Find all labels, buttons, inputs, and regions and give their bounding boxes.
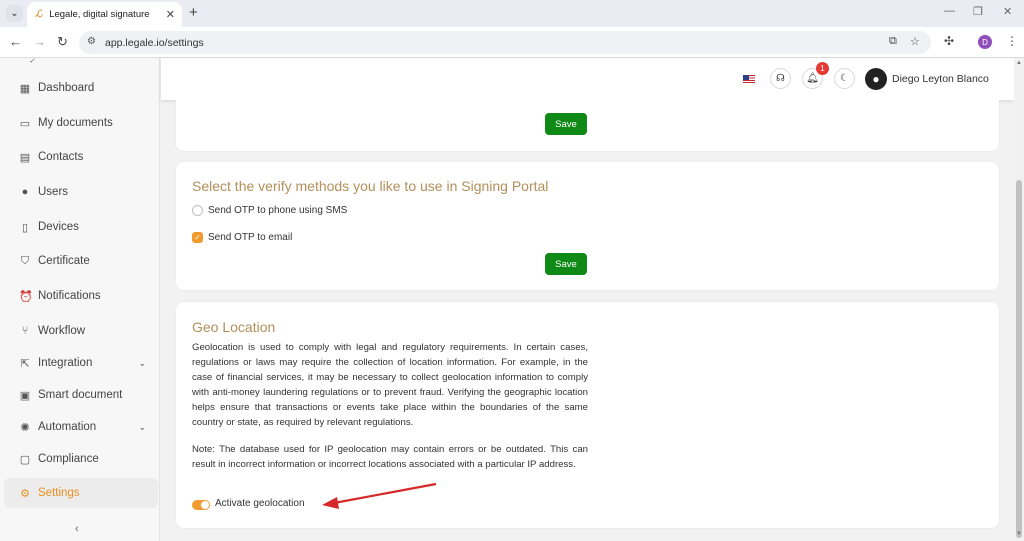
settings-content: Save Select the verify methods you like …	[161, 100, 1014, 541]
sidebar-item-my-documents[interactable]: ▭ My documents	[4, 108, 158, 138]
sms-checkbox[interactable]	[192, 205, 203, 216]
sidebar: ✓ ▦ Dashboard ▭ My documents ▤ Contacts …	[0, 58, 160, 541]
chevron-down-icon[interactable]: ⌄	[138, 422, 146, 433]
url-text: app.legale.io/settings	[105, 37, 204, 49]
sidebar-item-automation[interactable]: ✺ Automation ⌄	[4, 412, 158, 442]
user-icon: ●	[21, 186, 29, 198]
sidebar-item-label: Users	[38, 186, 69, 198]
sidebar-item-notifications[interactable]: ⏰ Notifications	[4, 281, 158, 311]
scroll-up-icon[interactable]: ▲	[1016, 60, 1022, 66]
geolocation-toggle[interactable]	[192, 500, 210, 510]
alarm-icon: ⏰	[19, 290, 33, 303]
tab-search-icon[interactable]: ⌄	[6, 5, 23, 22]
card-title: Geo Location	[192, 319, 276, 335]
email-checkbox[interactable]: ✓	[192, 232, 203, 243]
minimize-icon[interactable]: —	[944, 5, 955, 17]
option-label: Send OTP to email	[208, 232, 293, 243]
shield-icon: ⛉	[20, 254, 30, 267]
option-label: Send OTP to phone using SMS	[208, 205, 348, 216]
sidebar-item-label: Settings	[38, 487, 80, 499]
new-tab-icon[interactable]: +	[189, 4, 198, 21]
sidebar-item-label: Workflow	[38, 325, 86, 337]
smart-document-icon: ▣	[19, 389, 31, 402]
scroll-thumb[interactable]	[1016, 180, 1022, 538]
user-name[interactable]: Diego Leyton Blanco	[892, 73, 989, 85]
browser-tab[interactable]: ℒ Legale, digital signature ✕	[27, 2, 182, 27]
chevron-down-icon[interactable]: ⌄	[138, 358, 146, 369]
star-icon[interactable]: ☆	[910, 35, 920, 48]
sidebar-item-label: Automation	[38, 421, 97, 433]
window-close-icon[interactable]: ✕	[1003, 5, 1012, 18]
collapse-sidebar-icon[interactable]: ‹	[75, 523, 79, 535]
us-flag-icon[interactable]	[743, 75, 755, 83]
reload-icon[interactable]: ↻	[57, 34, 68, 50]
tab-title: Legale, digital signature	[49, 9, 150, 20]
integration-icon: ⇱	[20, 357, 30, 370]
profile-avatar[interactable]: D	[978, 35, 992, 49]
theme-toggle-icon[interactable]: ☾	[834, 68, 855, 89]
folder-icon: ▭	[19, 117, 31, 130]
sidebar-item-label: Devices	[38, 221, 79, 233]
device-icon: ▯	[21, 221, 29, 234]
sidebar-item-label: Integration	[38, 357, 93, 369]
sidebar-item-label: Dashboard	[38, 82, 95, 94]
settings-card-top: Save	[176, 100, 999, 151]
url-field[interactable]: ⚙ app.legale.io/settings ⧉ ☆	[79, 31, 931, 54]
sidebar-item-certificate[interactable]: ⛉ Certificate	[4, 246, 158, 276]
automation-icon: ✺	[20, 421, 30, 434]
forward-icon[interactable]: →	[33, 34, 46, 49]
geo-note: Note: The database used for IP geolocati…	[192, 444, 588, 471]
verify-methods-card: Select the verify methods you like to us…	[176, 162, 999, 290]
page-scrollbar[interactable]: ▲ ▼	[1014, 58, 1024, 541]
sidebar-item-smart-document[interactable]: ▣ Smart document	[4, 380, 158, 410]
install-icon[interactable]: ⧉	[889, 35, 897, 48]
sidebar-item-label: Compliance	[38, 453, 99, 465]
save-button[interactable]: Save	[545, 253, 587, 275]
extensions-icon[interactable]: ✣	[944, 34, 954, 48]
option-sms[interactable]: Send OTP to phone using SMS	[192, 205, 347, 216]
option-email[interactable]: ✓ Send OTP to email	[192, 232, 292, 243]
notification-badge: 1	[816, 62, 829, 75]
sidebar-item-devices[interactable]: ▯ Devices	[4, 212, 158, 242]
sidebar-item-contacts[interactable]: ▤ Contacts	[4, 142, 158, 172]
top-header: ☊ 🔔︎ 1 ☾ ● Diego Leyton Blanco	[161, 58, 1014, 100]
gear-icon: ⚙	[20, 487, 30, 500]
sidebar-item-settings[interactable]: ⚙ Settings	[4, 478, 158, 508]
sidebar-item-integration[interactable]: ⇱ Integration ⌄	[4, 348, 158, 378]
dashboard-icon: ▦	[19, 82, 31, 95]
geo-description: Geolocation is used to comply with legal…	[192, 342, 588, 429]
compliance-icon: ▢	[19, 453, 31, 466]
favicon-icon: ℒ	[35, 9, 43, 20]
address-bar: ← → ↻ ⚙ app.legale.io/settings ⧉ ☆ ✣ ⋮	[0, 27, 1024, 58]
workflow-icon: ⑂	[21, 325, 29, 337]
support-icon[interactable]: ☊	[770, 68, 791, 89]
card-title: Select the verify methods you like to us…	[192, 178, 549, 194]
restore-icon[interactable]: ❐	[973, 5, 983, 18]
site-info-icon[interactable]: ⚙	[87, 36, 96, 47]
contacts-icon: ▤	[19, 151, 31, 164]
sidebar-item-compliance[interactable]: ▢ Compliance	[4, 444, 158, 474]
sidebar-item-label: My documents	[38, 117, 113, 129]
geo-location-card: Geo Location Geolocation is used to comp…	[176, 302, 999, 528]
sidebar-item-workflow[interactable]: ⑂ Workflow	[4, 316, 158, 346]
back-icon[interactable]: ←	[9, 34, 22, 49]
save-button[interactable]: Save	[545, 113, 587, 135]
sidebar-item-label: Contacts	[38, 151, 84, 163]
menu-icon[interactable]: ⋮	[1006, 34, 1018, 48]
sidebar-item-users[interactable]: ● Users	[4, 177, 158, 207]
close-icon[interactable]: ✕	[166, 8, 175, 21]
sidebar-item-dashboard[interactable]: ▦ Dashboard	[4, 73, 158, 103]
scroll-down-icon[interactable]: ▼	[1016, 531, 1022, 537]
avatar-icon[interactable]: ●	[865, 68, 887, 90]
sidebar-item-label: Certificate	[38, 255, 90, 267]
sidebar-item-label: Notifications	[38, 290, 101, 302]
logo: ✓	[29, 58, 35, 65]
sidebar-item-label: Smart document	[38, 389, 123, 401]
browser-tab-bar: ⌄ ℒ Legale, digital signature ✕ + — ❐ ✕	[0, 0, 1024, 27]
toggle-label: Activate geolocation	[215, 498, 305, 509]
